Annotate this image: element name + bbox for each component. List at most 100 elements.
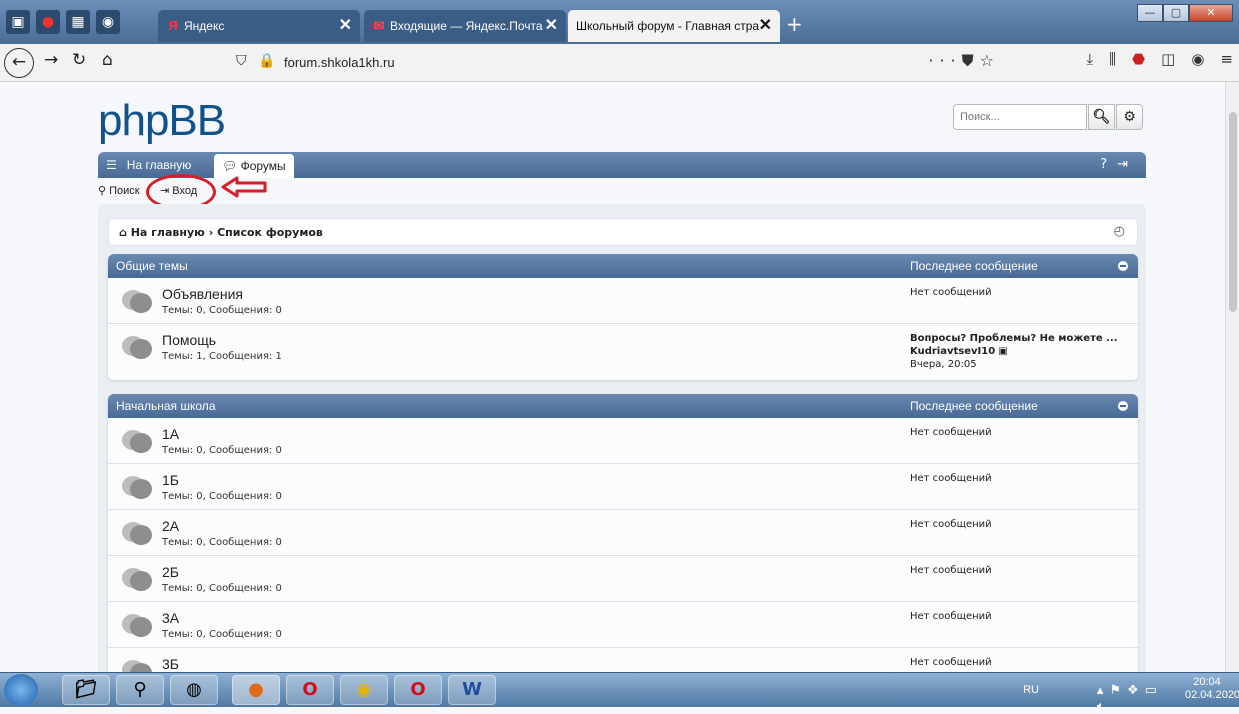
forum-read-icon	[122, 522, 152, 545]
dropbox-icon[interactable]: ❖	[1127, 682, 1145, 697]
category-title[interactable]: Начальная школа	[116, 399, 216, 413]
advanced-search-button[interactable]: ⚙	[1116, 104, 1143, 130]
search-input[interactable]	[953, 104, 1087, 130]
tab-yandex[interactable]: Я Яндекс ✕	[158, 10, 360, 42]
library-icon[interactable]: ⫼	[1109, 50, 1116, 68]
start-button[interactable]	[4, 674, 38, 706]
browser-app-icon[interactable]: ◍	[170, 675, 218, 705]
download-icon[interactable]: ⤓	[1086, 50, 1093, 68]
stats-icon[interactable]: ▦	[66, 10, 90, 34]
forum-row: Объявления Темы: 0, Сообщения: 0 Нет соо…	[108, 278, 1138, 324]
chrome-icon[interactable]: ◉	[340, 675, 388, 705]
os-taskbar: 📁︎ ⚲ ◍ ● O ◉ O W RU ▴⚑❖▭ 🔈︎ 20:04 02.04.2…	[0, 672, 1239, 713]
connection-icon[interactable]: 🔒	[258, 53, 275, 69]
forum-stats: Темы: 0, Сообщения: 0	[162, 491, 282, 502]
forum-title[interactable]: 3Б	[162, 656, 179, 672]
forum-title[interactable]: 1Б	[162, 472, 179, 488]
home-icon: ⌂	[119, 226, 127, 239]
menu-icon[interactable]: ≡	[1220, 50, 1233, 68]
search-app-icon[interactable]: ⚲	[116, 675, 164, 705]
breadcrumb-home[interactable]: На главную	[131, 226, 205, 239]
tab-label: Школьный форум - Главная стра	[576, 19, 760, 33]
forum-row: 1Б Темы: 0, Сообщения: 0 Нет сообщений	[108, 464, 1138, 510]
sidebar-icon[interactable]: ◫	[1161, 50, 1175, 68]
browser-tab-bar: ▣ ● ▦ ◉ Я Яндекс ✕ ✉ Входящие — Яндекс.П…	[0, 0, 1239, 44]
site-logo[interactable]: phpBB	[98, 96, 226, 146]
last-post-author[interactable]: KudriavtsevI10	[910, 346, 995, 357]
tab-school-forum[interactable]: Школьный форум - Главная стра ✕	[568, 10, 780, 42]
category-title[interactable]: Общие темы	[116, 259, 188, 273]
last-post: Нет сообщений	[910, 473, 992, 484]
bookmark-star-icon[interactable]: ☆	[980, 51, 1000, 70]
nav-right-icons: ?⇥	[1100, 152, 1138, 178]
more-icon[interactable]: ···	[928, 51, 961, 70]
clock-time: 20:04	[1193, 676, 1221, 688]
collapse-icon[interactable]	[1118, 401, 1128, 411]
clock[interactable]: 20:04 02.04.2020	[1185, 676, 1239, 702]
shield-icon[interactable]: ⛉	[236, 53, 247, 69]
forum-read-icon	[122, 290, 152, 313]
flag-icon[interactable]: ⚑	[1109, 682, 1127, 697]
account-icon[interactable]: ◉	[1191, 50, 1204, 68]
last-post-header: Последнее сообщение	[910, 259, 1038, 273]
forum-title[interactable]: Помощь	[162, 332, 216, 348]
search-icon: 🔍︎	[1092, 109, 1111, 125]
new-tab-icon[interactable]: +	[786, 12, 803, 36]
address-bar[interactable]: ⛉ 🔒 forum.shkola1kh.ru ···⛊☆	[232, 49, 1000, 77]
forum-row: 3А Темы: 0, Сообщения: 0 Нет сообщений	[108, 602, 1138, 648]
forum-stats: Темы: 0, Сообщения: 0	[162, 537, 282, 548]
subnav-search[interactable]: ⚲ Поиск	[98, 184, 140, 197]
maximize-icon[interactable]: ▢	[1163, 4, 1189, 22]
close-window-icon[interactable]: ✕	[1189, 4, 1233, 22]
home-icon[interactable]: ⌂	[102, 50, 113, 70]
language-indicator[interactable]: RU	[1023, 684, 1039, 696]
forum-title[interactable]: 1А	[162, 426, 179, 442]
back-icon[interactable]: ←	[4, 48, 34, 78]
explorer-icon[interactable]: 📁︎	[62, 675, 110, 705]
url-text[interactable]: forum.shkola1kh.ru	[284, 55, 395, 70]
forum-title[interactable]: Объявления	[162, 286, 243, 302]
reload-icon[interactable]: ↻	[72, 50, 86, 70]
breadcrumb-separator: ›	[208, 226, 214, 239]
pocket-icon[interactable]: ⛊	[962, 51, 980, 70]
chat-icon[interactable]: ◉	[96, 10, 120, 34]
login-icon[interactable]: ⇥	[1117, 157, 1138, 172]
view-post-icon[interactable]: ▣	[998, 346, 1007, 357]
opera-icon[interactable]: O	[286, 675, 334, 705]
last-post-title[interactable]: Вопросы? Проблемы? Не можете ...	[910, 333, 1118, 344]
opera-icon[interactable]: ●	[36, 10, 60, 34]
page-scrollbar[interactable]	[1225, 82, 1239, 672]
window-controls: — ▢ ✕	[1137, 4, 1233, 22]
word-icon[interactable]: W	[448, 675, 496, 705]
breadcrumb-current[interactable]: Список форумов	[217, 226, 323, 239]
nav-forums[interactable]: 💬︎ Форумы	[214, 154, 294, 178]
network-icon[interactable]: ▭	[1145, 682, 1163, 697]
category-header: Общие темы Последнее сообщение	[108, 254, 1138, 278]
close-icon[interactable]: ✕	[759, 10, 772, 42]
chevron-up-icon[interactable]: ▴	[1097, 682, 1110, 697]
close-icon[interactable]: ✕	[545, 10, 558, 42]
opera-icon[interactable]: O	[394, 675, 442, 705]
minimize-icon[interactable]: —	[1137, 4, 1163, 22]
scrollbar-thumb[interactable]	[1229, 112, 1237, 312]
last-post: Нет сообщений	[910, 565, 992, 576]
forum-title[interactable]: 2А	[162, 518, 179, 534]
pinned-app-icon[interactable]: ▣	[6, 10, 30, 34]
collapse-icon[interactable]	[1118, 261, 1128, 271]
forum-title[interactable]: 2Б	[162, 564, 179, 580]
search-button[interactable]: 🔍︎	[1088, 104, 1115, 130]
close-icon[interactable]: ✕	[339, 10, 352, 42]
forum-title[interactable]: 3А	[162, 610, 179, 626]
firefox-icon[interactable]: ●	[232, 675, 280, 705]
forward-icon[interactable]: →	[44, 50, 58, 70]
volume-icon[interactable]: 🔈︎	[1097, 698, 1111, 713]
last-post-time: Вчера, 20:05	[910, 359, 977, 370]
help-icon[interactable]: ?	[1100, 157, 1117, 172]
yandex-icon: Я	[168, 18, 178, 33]
forum-stats: Темы: 0, Сообщения: 0	[162, 445, 282, 456]
clock-icon: ◴	[1113, 224, 1125, 239]
tab-yandex-mail[interactable]: ✉ Входящие — Яндекс.Почта ✕	[364, 10, 566, 42]
menu-icon: ☰	[106, 158, 117, 172]
forum-row: 3Б Нет сообщений	[108, 648, 1138, 672]
adblock-icon[interactable]: ⬣	[1132, 50, 1145, 68]
